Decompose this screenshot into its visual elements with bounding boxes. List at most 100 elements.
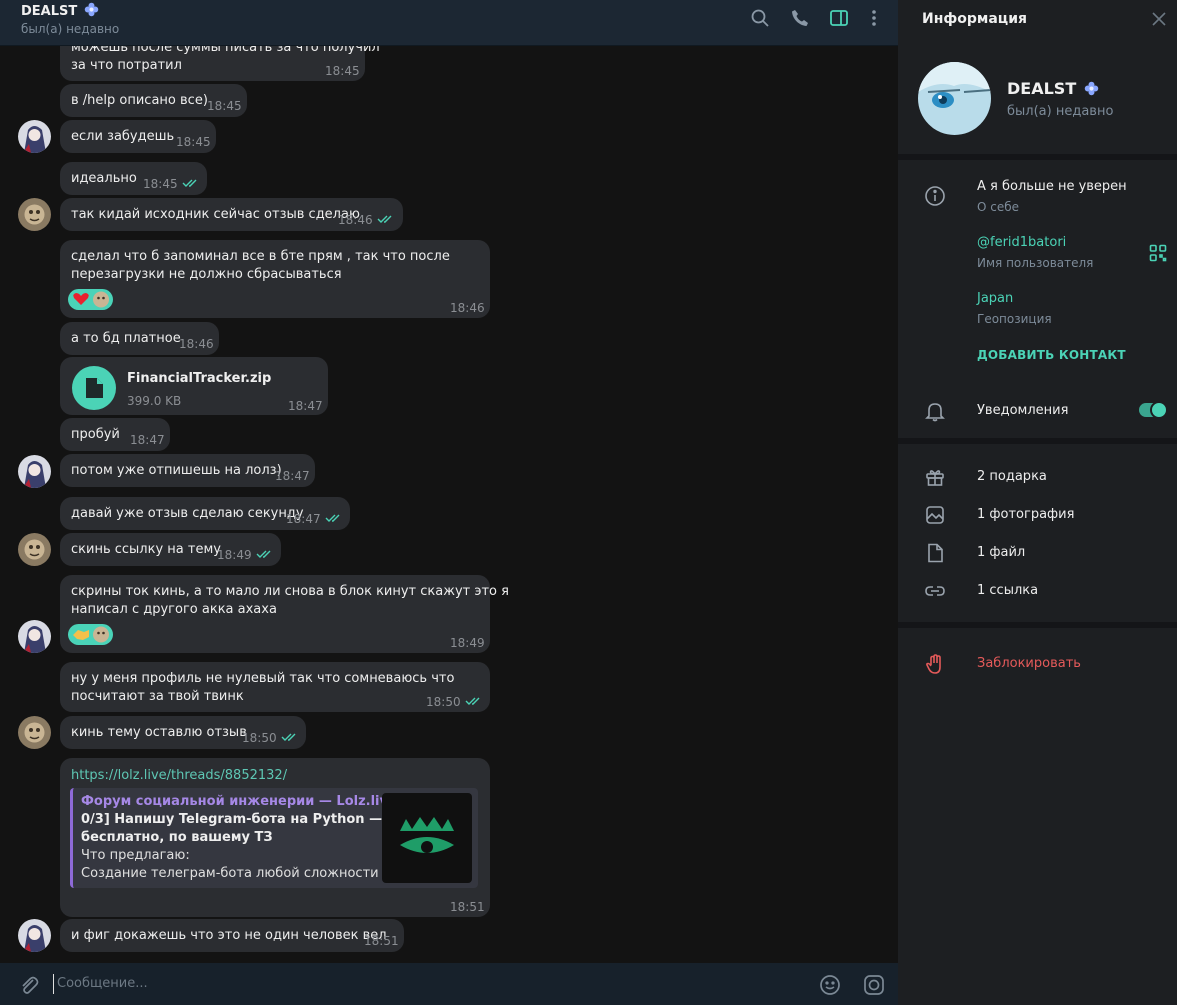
- gifts-link[interactable]: 2 подарка: [977, 469, 1047, 484]
- message-time: 18:46: [338, 213, 373, 227]
- profile-name-text: DEALST: [1007, 79, 1077, 98]
- file-message-bubble[interactable]: FinancialTracker.zip 399.0 KB 18:47: [60, 357, 328, 415]
- message-text: давай уже отзыв сделаю секунду: [71, 506, 304, 521]
- bio-label: О себе: [977, 200, 1020, 214]
- avatar[interactable]: [18, 120, 51, 153]
- section-divider: [898, 438, 1177, 444]
- files-link[interactable]: 1 файл: [977, 545, 1025, 560]
- message-bubble[interactable]: в /help описано все) 18:45: [60, 84, 247, 117]
- add-contact-button[interactable]: ДОБАВИТЬ КОНТАКТ: [977, 348, 1126, 362]
- attach-icon[interactable]: [18, 974, 40, 996]
- links-link[interactable]: 1 ссылка: [977, 583, 1038, 598]
- block-hand-icon: [926, 654, 941, 674]
- qr-code-icon[interactable]: [1149, 244, 1167, 262]
- emoji-icon[interactable]: [819, 974, 841, 996]
- message-bubble[interactable]: кинь тему оставлю отзыв 18:50: [60, 716, 306, 749]
- message-bubble[interactable]: ну у меня профиль не нулевый так что сом…: [60, 662, 490, 712]
- message-list[interactable]: можешь после суммы писать за что получил…: [0, 46, 898, 963]
- message-bubble[interactable]: пробуй 18:47: [60, 418, 170, 451]
- avatar[interactable]: [18, 716, 51, 749]
- file-icon: [928, 543, 943, 563]
- chat-pane: DEALST был(а) недавно можешь после суммы…: [0, 0, 898, 1005]
- avatar[interactable]: [18, 533, 51, 566]
- close-icon[interactable]: [1151, 11, 1167, 27]
- search-icon[interactable]: [750, 8, 770, 28]
- file-size: 399.0 KB: [127, 394, 182, 408]
- handshake-reaction-icon: [73, 626, 109, 643]
- message-text: написал с другого акка ахаха: [71, 602, 277, 617]
- message-text: и фиг докажешь что это не один человек в…: [71, 928, 387, 943]
- video-message-icon[interactable]: [863, 974, 885, 996]
- message-text: потом уже отпишешь на лолз): [71, 463, 282, 478]
- info-header: Информация: [898, 0, 1177, 42]
- sidebar-toggle-icon[interactable]: [829, 8, 849, 28]
- message-bubble[interactable]: так кидай исходник сейчас отзыв сделаю 1…: [60, 198, 403, 231]
- message-bubble[interactable]: сделал что б запоминал все в бте прям , …: [60, 240, 490, 318]
- file-name[interactable]: FinancialTracker.zip: [127, 370, 271, 388]
- heart-reaction-icon: [73, 291, 109, 308]
- notifications-toggle[interactable]: [1139, 401, 1168, 419]
- info-panel: Информация DEALST был(а) недавно А я бол…: [898, 0, 1177, 1005]
- text-caret: [53, 974, 54, 994]
- link-preview[interactable]: Форум социальной инженерии — Lolz.live..…: [70, 788, 478, 888]
- message-text: ну у меня профиль не нулевый так что сом…: [71, 671, 455, 686]
- location-text[interactable]: Japan: [977, 291, 1013, 306]
- message-text: сделал что б запоминал все в бте прям , …: [71, 249, 450, 264]
- block-user-button[interactable]: Заблокировать: [977, 656, 1081, 671]
- avatar[interactable]: [18, 455, 51, 488]
- message-bubble[interactable]: идеально 18:45: [60, 162, 207, 195]
- message-text: перезагрузки не должно сбрасываться: [71, 267, 342, 282]
- preview-desc-line: Создание телеграм-бота любой сложности н…: [81, 866, 404, 881]
- message-bubble[interactable]: скинь ссылку на тему 18:49: [60, 533, 281, 566]
- message-text: в /help описано все): [71, 93, 208, 108]
- message-bubble[interactable]: давай уже отзыв сделаю секунду 18:47: [60, 497, 350, 530]
- message-link[interactable]: https://lolz.live/threads/8852132/: [71, 767, 287, 785]
- more-menu-icon[interactable]: [864, 8, 884, 28]
- chat-status: был(а) недавно: [21, 22, 120, 36]
- read-checks-icon: [465, 697, 480, 705]
- chat-title[interactable]: DEALST: [21, 2, 99, 19]
- message-bubble[interactable]: скрины ток кинь, а то мало ли снова в бл…: [60, 575, 509, 653]
- message-time: 18:50: [426, 695, 461, 709]
- lolz-logo-icon: [400, 817, 454, 853]
- message-text: идеально: [71, 171, 137, 186]
- avatar[interactable]: [18, 620, 51, 653]
- photos-link[interactable]: 1 фотография: [977, 507, 1074, 522]
- message-text: за что потратил: [71, 58, 182, 73]
- message-text: можешь после суммы писать за что получил: [71, 46, 380, 55]
- location-label: Геопозиция: [977, 312, 1052, 326]
- gift-icon: [926, 470, 944, 486]
- file-download-icon[interactable]: [72, 366, 116, 410]
- phone-icon[interactable]: [790, 8, 810, 28]
- message-bubble[interactable]: если забудешь 18:45: [60, 120, 216, 153]
- bio-text[interactable]: А я больше не уверен: [977, 179, 1127, 194]
- message-bubble[interactable]: а то бд платное 18:46: [60, 322, 219, 355]
- avatar[interactable]: [18, 919, 51, 952]
- username-text[interactable]: @ferid1batori: [977, 235, 1066, 250]
- section-divider: [898, 154, 1177, 160]
- info-icon: [925, 186, 945, 206]
- message-input[interactable]: Сообщение...: [57, 976, 148, 991]
- message-time: 18:45: [143, 177, 178, 191]
- profile-status: был(а) недавно: [1007, 104, 1114, 119]
- preview-thumbnail[interactable]: [382, 793, 472, 883]
- read-checks-icon: [325, 514, 340, 522]
- bell-icon: [925, 403, 945, 422]
- flower-emoji-icon: [84, 2, 99, 17]
- profile-name: DEALST: [1007, 79, 1099, 98]
- message-time: 18:45: [325, 64, 360, 78]
- chat-header[interactable]: DEALST был(а) недавно: [0, 0, 898, 46]
- profile-avatar[interactable]: [918, 62, 991, 135]
- reaction-chip[interactable]: [68, 624, 113, 645]
- read-checks-icon: [281, 733, 296, 741]
- message-bubble[interactable]: потом уже отпишешь на лолз) 18:47: [60, 454, 315, 487]
- link-message-bubble[interactable]: https://lolz.live/threads/8852132/ Форум…: [60, 758, 490, 917]
- link-icon: [925, 586, 945, 596]
- avatar[interactable]: [18, 198, 51, 231]
- message-bubble[interactable]: можешь после суммы писать за что получил…: [60, 46, 380, 81]
- message-bubble[interactable]: и фиг докажешь что это не один человек в…: [60, 919, 404, 952]
- message-time: 18:46: [450, 301, 485, 315]
- message-text: кинь тему оставлю отзыв: [71, 725, 247, 740]
- chat-title-text: DEALST: [21, 4, 78, 19]
- reaction-chip[interactable]: [68, 289, 113, 310]
